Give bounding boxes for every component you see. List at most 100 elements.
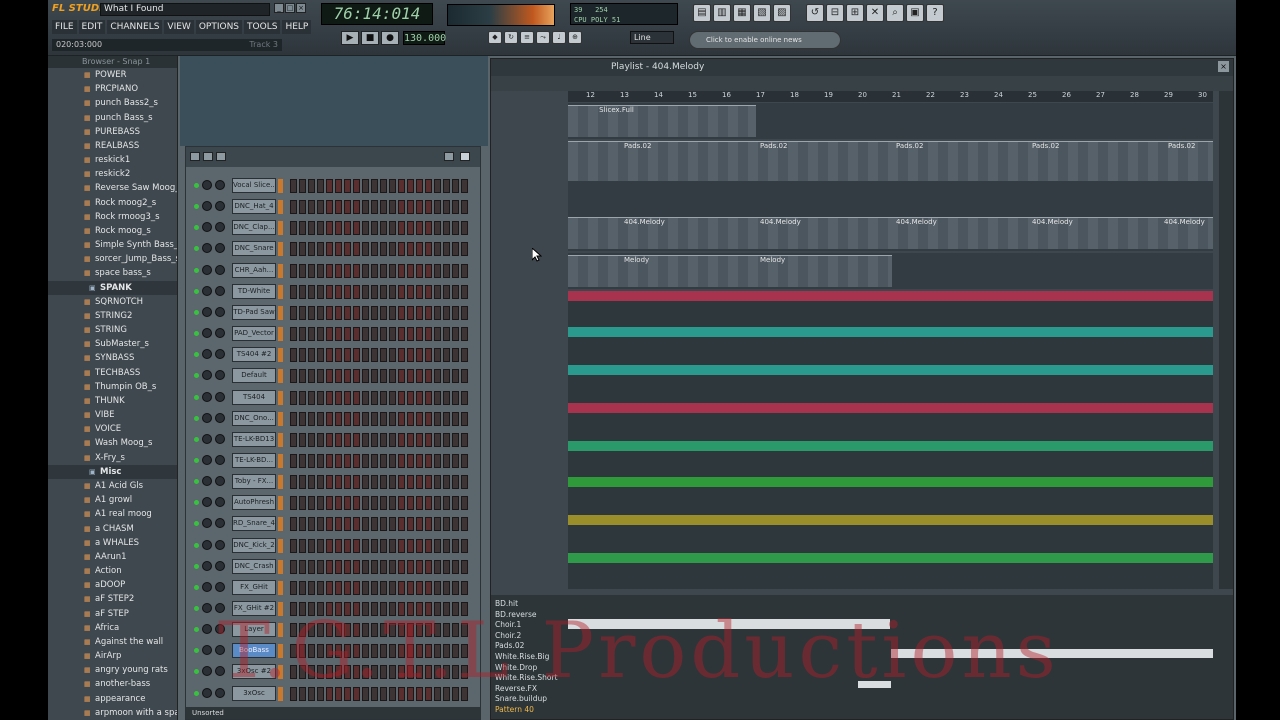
step-button[interactable]	[398, 686, 405, 701]
step-button[interactable]	[461, 305, 468, 320]
step-button[interactable]	[443, 496, 450, 511]
step-button[interactable]	[317, 517, 324, 532]
step-button[interactable]	[434, 517, 441, 532]
step-button[interactable]	[434, 538, 441, 553]
step-button[interactable]	[353, 179, 360, 193]
channel-name-button[interactable]: 3xOsc	[232, 685, 276, 701]
pan-knob[interactable]	[202, 476, 212, 487]
step-button[interactable]	[461, 200, 468, 215]
pan-knob[interactable]	[202, 666, 212, 677]
step-button[interactable]	[308, 496, 315, 511]
browser-item[interactable]: SubMaster_s	[48, 337, 177, 351]
pan-knob[interactable]	[202, 201, 212, 212]
step-button[interactable]	[317, 179, 324, 193]
metronome-icon[interactable]: ♩	[552, 31, 566, 44]
step-button[interactable]	[389, 580, 396, 595]
step-button[interactable]	[371, 305, 378, 320]
browser-item[interactable]: punch Bass_s	[48, 111, 177, 125]
channel-select-bar[interactable]	[278, 538, 283, 553]
channel-led[interactable]	[194, 500, 199, 506]
step-button[interactable]	[344, 305, 351, 320]
step-button[interactable]	[326, 432, 333, 447]
step-button[interactable]	[362, 390, 369, 405]
browser-item[interactable]: STRING	[48, 323, 177, 337]
step-button[interactable]	[362, 475, 369, 490]
step-button[interactable]	[407, 496, 414, 511]
step-button[interactable]	[308, 221, 315, 236]
step-button[interactable]	[416, 369, 423, 384]
channel-row[interactable]: TD-Pad Saw	[186, 303, 480, 324]
step-button[interactable]	[317, 242, 324, 257]
piano-roll-icon[interactable]: ▥	[713, 4, 731, 22]
step-button[interactable]	[443, 179, 450, 193]
channel-row[interactable]: DNC_Snare	[186, 239, 480, 260]
channel-select-bar[interactable]	[278, 517, 283, 532]
step-button[interactable]	[308, 559, 315, 574]
step-button[interactable]	[353, 517, 360, 532]
step-button[interactable]	[425, 559, 432, 574]
step-button[interactable]	[407, 602, 414, 616]
volume-knob[interactable]	[215, 328, 225, 339]
step-button[interactable]	[335, 559, 342, 574]
lower-track-name[interactable]: Snare.buildup	[495, 694, 547, 704]
channel-select-bar[interactable]	[278, 432, 283, 447]
channel-led[interactable]	[194, 690, 199, 696]
step-button[interactable]	[308, 284, 315, 299]
step-button[interactable]	[416, 475, 423, 490]
volume-knob[interactable]	[215, 518, 225, 529]
step-button[interactable]	[290, 602, 297, 616]
step-button[interactable]	[407, 644, 414, 659]
timeline-ruler[interactable]: 12 13 14 15 16 17 18 19 20 21 22 23 24 25 26 27 28 29 30	[568, 91, 1213, 102]
automation-clip[interactable]	[568, 365, 1213, 375]
step-button[interactable]	[380, 432, 387, 447]
channel-led[interactable]	[194, 648, 199, 654]
step-button[interactable]	[335, 411, 342, 426]
step-button[interactable]	[290, 580, 297, 595]
step-button[interactable]	[344, 432, 351, 447]
step-button[interactable]	[317, 496, 324, 511]
step-button[interactable]	[335, 580, 342, 595]
step-button[interactable]	[461, 623, 468, 638]
step-button[interactable]	[362, 665, 369, 680]
step-button[interactable]	[380, 686, 387, 701]
minimize-icon[interactable]: _	[274, 3, 284, 13]
undo-icon[interactable]: ↺	[806, 4, 824, 22]
step-button[interactable]	[443, 517, 450, 532]
step-button[interactable]	[434, 221, 441, 236]
step-button[interactable]	[353, 475, 360, 490]
tools-icon[interactable]: ✕	[866, 4, 884, 22]
step-button[interactable]	[308, 432, 315, 447]
channel-led[interactable]	[194, 457, 199, 463]
pan-knob[interactable]	[202, 264, 212, 275]
browser-item[interactable]: appearance	[48, 692, 177, 706]
maximize-icon[interactable]: □	[285, 3, 295, 13]
channel-select-bar[interactable]	[278, 327, 283, 342]
step-sequencer-icon[interactable]: ▦	[733, 4, 751, 22]
step-button[interactable]	[353, 284, 360, 299]
pan-knob[interactable]	[202, 328, 212, 339]
white-rise-clip[interactable]	[891, 649, 1213, 658]
channel-led[interactable]	[194, 183, 199, 188]
step-button[interactable]	[398, 390, 405, 405]
play-icon[interactable]: ▶	[341, 31, 359, 45]
step-button[interactable]	[434, 327, 441, 342]
browser-item[interactable]: STRING2	[48, 309, 177, 323]
browser-item[interactable]: VOICE	[48, 422, 177, 436]
browser-item[interactable]: PUREBASS	[48, 125, 177, 139]
step-button[interactable]	[434, 453, 441, 468]
step-button[interactable]	[434, 475, 441, 490]
step-button[interactable]	[299, 369, 306, 384]
pan-knob[interactable]	[202, 370, 212, 381]
step-button[interactable]	[452, 390, 459, 405]
step-button[interactable]	[407, 369, 414, 384]
step-button[interactable]	[398, 432, 405, 447]
loop-icon[interactable]: ↻	[504, 31, 518, 44]
step-button[interactable]	[452, 665, 459, 680]
track-lane[interactable]: 404.Melody 404.Melody 404.Melody 404.Mel…	[568, 215, 1213, 251]
step-button[interactable]	[335, 665, 342, 680]
step-button[interactable]	[290, 453, 297, 468]
pan-knob[interactable]	[202, 222, 212, 233]
step-button[interactable]	[398, 496, 405, 511]
step-button[interactable]	[371, 538, 378, 553]
step-button[interactable]	[416, 453, 423, 468]
